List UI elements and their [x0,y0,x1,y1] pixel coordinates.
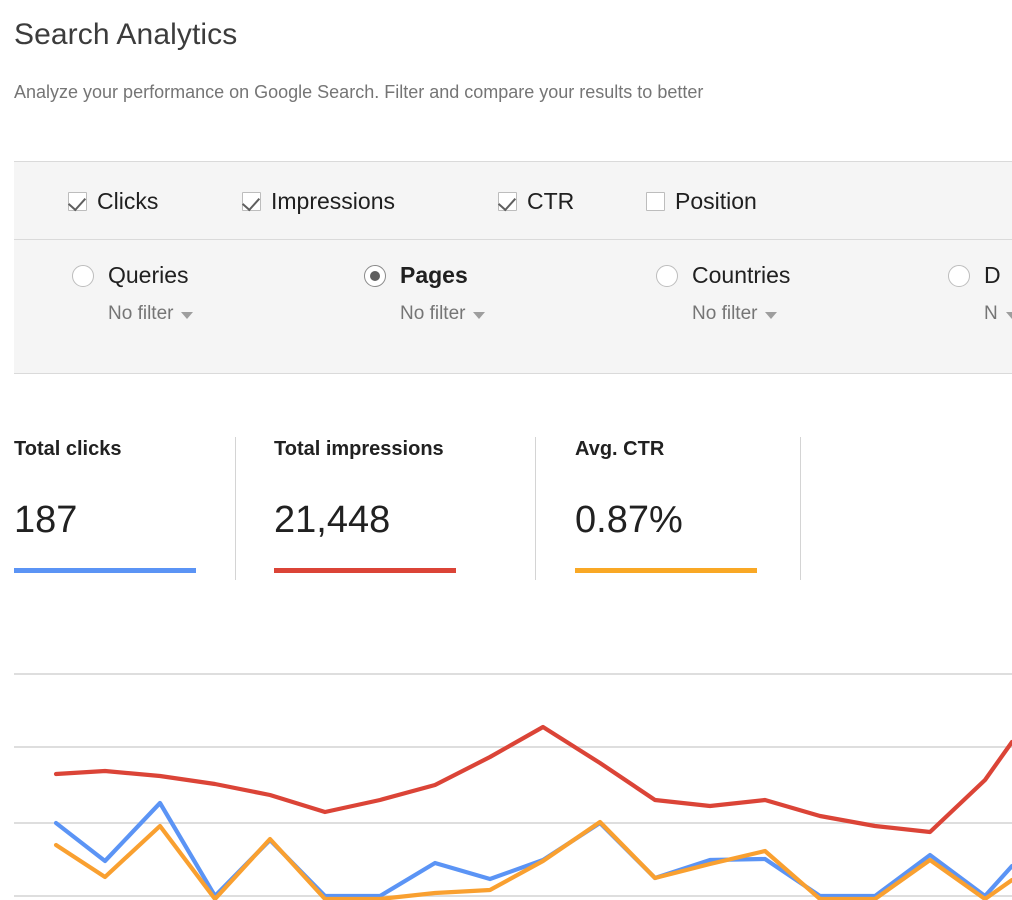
summary-cards: Total clicks 187 Total impressions 21,44… [0,432,1012,587]
summary-card-title: Avg. CTR [575,438,665,460]
search-analytics-page: Search Analytics Analyze your performanc… [0,0,1012,900]
summary-card-color-bar [575,568,757,573]
page-subtitle: Analyze your performance on Google Searc… [14,82,704,102]
page-title: Search Analytics [14,18,238,51]
radio-unselected-icon [948,264,970,287]
chart-gridlines [14,673,1012,897]
radio-label-queries: Queries [108,262,189,288]
radio-head-devices[interactable]: D [948,262,1012,289]
checkbox-label-impressions: Impressions [271,188,395,214]
checkbox-checked-icon [242,192,261,211]
filter-dropdown-label: No filter [400,303,466,324]
radio-item-devices[interactable]: D N [948,262,1012,325]
radio-head-pages[interactable]: Pages [364,262,485,289]
chevron-down-icon [1005,312,1012,319]
filter-dropdown-countries[interactable]: No filter [692,303,790,325]
checkbox-checked-icon [68,192,87,211]
summary-card-title: Total impressions [274,438,444,460]
radio-label-countries: Countries [692,262,791,288]
checkbox-label-clicks: Clicks [97,188,159,214]
chart-series-lines [53,724,1012,900]
radio-head-queries[interactable]: Queries [72,262,193,289]
checkbox-checked-icon [498,192,517,211]
summary-card-value: 21,448 [274,499,391,541]
radio-label-pages: Pages [400,262,468,288]
chevron-down-icon [473,312,486,319]
card-divider [535,437,536,580]
card-divider [800,437,801,580]
filter-dropdown-label: No filter [692,303,758,324]
radio-item-queries[interactable]: Queries No filter [72,262,194,325]
summary-card-title: Total clicks [14,438,122,460]
performance-chart [0,650,1012,900]
summary-card-total-impressions: Total impressions 21,448 [274,438,456,573]
checkbox-unchecked-icon [646,192,665,211]
radio-head-countries[interactable]: Countries [656,262,790,289]
filter-dropdown-queries[interactable]: No filter [108,303,194,325]
checkbox-label-position: Position [675,188,757,214]
radio-item-countries[interactable]: Countries No filter [656,262,790,325]
filter-dropdown-pages[interactable]: No filter [400,303,486,325]
chevron-down-icon [765,312,778,319]
summary-card-value: 187 [14,499,78,541]
radio-item-pages[interactable]: Pages No filter [364,262,486,325]
radio-unselected-icon [72,264,94,287]
summary-card-total-clicks: Total clicks 187 [14,438,196,573]
radio-unselected-icon [656,264,678,287]
checkbox-ctr[interactable]: CTR [498,188,574,215]
filter-dropdown-label: No filter [108,303,174,324]
radio-label-devices: D [984,262,1001,288]
filter-panel: Clicks Impressions CTR Position Queries [14,161,1012,374]
summary-card-color-bar [14,568,196,573]
checkbox-label-ctr: CTR [527,188,575,214]
checkbox-clicks[interactable]: Clicks [68,188,158,215]
filter-dropdown-label: N [984,303,998,324]
radio-selected-icon [364,264,386,287]
chart-line-clicks [53,800,1012,899]
dimensions-filter-row: Queries No filter Pages No filter Countr… [14,240,1012,374]
chart-svg [14,673,1012,900]
summary-card-color-bar [274,568,456,573]
chart-line-impressions [53,724,1012,835]
chart-line-ctr [53,819,1012,900]
chevron-down-icon [181,312,194,319]
summary-card-avg-ctr: Avg. CTR 0.87% [575,438,757,573]
summary-card-value: 0.87% [575,499,683,541]
metrics-filter-row: Clicks Impressions CTR Position [14,162,1012,240]
card-divider [235,437,236,580]
checkbox-impressions[interactable]: Impressions [242,188,395,215]
filter-dropdown-devices[interactable]: N [984,303,1012,325]
checkbox-position[interactable]: Position [646,188,757,215]
